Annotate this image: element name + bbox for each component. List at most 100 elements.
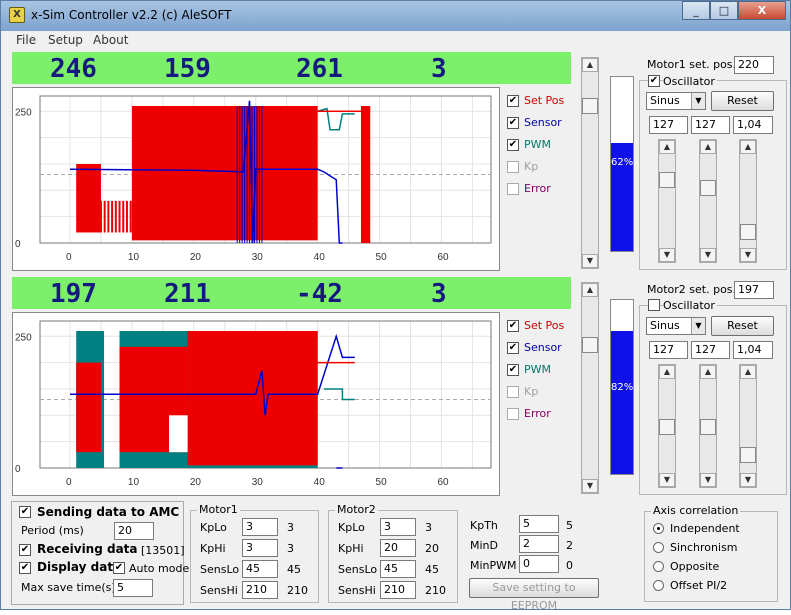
auto-mode-checkbox[interactable]: ✔ [113,562,125,574]
motor1-param3-slider[interactable]: ▲ ▼ [739,139,757,263]
app-icon: X [9,7,25,23]
scroll-up-arrow-icon[interactable]: ▲ [659,140,675,154]
scroll-up-arrow-icon[interactable]: ▲ [659,365,675,379]
motor2-kplo-input[interactable]: 3 [380,518,416,536]
motor2-legend-sensor-checkbox[interactable]: ✔ [507,342,519,354]
scroll-down-arrow-icon[interactable]: ▼ [659,248,675,262]
sending-checkbox[interactable]: ✔ [19,506,31,518]
motor1-kphi-input[interactable]: 3 [242,539,278,557]
motor1-legend-kp-checkbox[interactable] [507,161,519,173]
motor2-scroll-thumb[interactable] [582,337,598,353]
motor1-gauge-label: 62% [611,157,634,168]
receiving-checkbox[interactable]: ✔ [19,544,31,556]
setpos-trace [131,106,318,241]
motor2-param1-slider[interactable]: ▲ ▼ [658,364,676,488]
motor2-legend-kp-label: Kp [524,385,539,398]
slider-thumb[interactable] [700,419,716,435]
scroll-down-arrow-icon[interactable]: ▼ [700,248,716,262]
motor1-param2-slider[interactable]: ▲ ▼ [699,139,717,263]
motor1-kplo-readout: 3 [287,521,294,534]
kpth-input[interactable]: 5 [519,515,559,533]
slider-thumb[interactable] [740,447,756,463]
motor2-legend-error-checkbox[interactable] [507,408,519,420]
motor1-param-2[interactable]: 127 [691,116,730,134]
axis-option-3-radio[interactable] [653,580,664,591]
motor1-set-pos-input[interactable]: 220 [734,56,774,74]
axis-option-0-radio[interactable] [653,523,664,534]
motor1-kplo-input[interactable]: 3 [242,518,278,536]
scroll-up-arrow-icon[interactable]: ▲ [740,365,756,379]
motor1-position-scrollbar[interactable]: ▲ ▼ [581,57,599,269]
motor1-legend-set-pos-label: Set Pos [524,94,565,107]
motor2-reset-button[interactable]: Reset [711,316,774,336]
slider-thumb[interactable] [659,172,675,188]
display-checkbox[interactable]: ✔ [19,562,31,574]
motor1-oscillator-checkbox[interactable]: ✔ [648,75,660,87]
motor2-kplo-readout: 3 [425,521,432,534]
slider-thumb[interactable] [740,224,756,240]
scroll-up-arrow-icon[interactable]: ▲ [740,140,756,154]
receiving-count: [13501] [141,544,185,557]
menu-file[interactable]: File [16,33,36,47]
motor2-readout: 197 211 -42 3 [12,277,571,309]
motor2-set-pos-input[interactable]: 197 [734,281,774,299]
motor1-senshi-input[interactable]: 210 [242,581,278,599]
motor2-legend-set-pos-checkbox[interactable]: ✔ [507,320,519,332]
max-save-input[interactable]: 5 [113,579,153,597]
motor2-senshi-input[interactable]: 210 [380,581,416,599]
motor1-param-3[interactable]: 1,04 [733,116,773,134]
chevron-down-icon[interactable]: ▼ [691,318,705,334]
scroll-down-arrow-icon[interactable]: ▼ [740,248,756,262]
motor2-param-1[interactable]: 127 [649,341,688,359]
motor1-legend-pwm-checkbox[interactable]: ✔ [507,139,519,151]
motor2-param-2[interactable]: 127 [691,341,730,359]
motor1-legend-error-checkbox[interactable] [507,183,519,195]
axis-option-2-radio[interactable] [653,561,664,572]
maximize-button[interactable]: □ [710,1,738,20]
motor2-legend-kp-checkbox[interactable] [507,386,519,398]
setpos-trace [76,163,101,233]
setpos-trace [360,106,371,243]
motor2-oscillator-checkbox[interactable] [648,299,660,311]
motor1-legend-sensor-checkbox[interactable]: ✔ [507,117,519,129]
motor2-param-3[interactable]: 1,04 [733,341,773,359]
scroll-up-arrow-icon[interactable]: ▲ [700,140,716,154]
scroll-down-arrow-icon[interactable]: ▼ [700,473,716,487]
slider-thumb[interactable] [659,419,675,435]
motor2-legend-sensor-label: Sensor [524,341,562,354]
period-input[interactable]: 20 [114,522,154,540]
motor1-legend-set-pos-checkbox[interactable]: ✔ [507,95,519,107]
motor1-reset-button[interactable]: Reset [711,91,774,111]
motor2-wave-select[interactable]: Sinus ▼ [646,317,706,335]
menu-about[interactable]: About [93,33,128,47]
scroll-up-arrow-icon[interactable]: ▲ [700,365,716,379]
motor2-senslo-input[interactable]: 45 [380,560,416,578]
motor1-scroll-up-arrow[interactable]: ▲ [582,58,598,72]
minimize-button[interactable]: _ [682,1,710,20]
motor1-scroll-down-arrow[interactable]: ▼ [582,254,598,268]
motor1-wave-select[interactable]: Sinus ▼ [646,92,706,110]
axis-option-1-radio[interactable] [653,542,664,553]
motor2-kphi-input[interactable]: 20 [380,539,416,557]
chevron-down-icon[interactable]: ▼ [691,93,705,109]
save-eeprom-button[interactable]: Save setting to EEPROM [469,578,599,612]
motor2-legend-pwm-checkbox[interactable]: ✔ [507,364,519,376]
motor1-param-1[interactable]: 127 [649,116,688,134]
motor1-scroll-thumb[interactable] [582,98,598,114]
motor2-scroll-down-arrow[interactable]: ▼ [582,479,598,493]
minpwm-input[interactable]: 0 [519,555,559,573]
scroll-down-arrow-icon[interactable]: ▼ [659,473,675,487]
setpos-trace [187,331,318,466]
scroll-down-arrow-icon[interactable]: ▼ [740,473,756,487]
motor2-position-scrollbar[interactable]: ▲ ▼ [581,282,599,494]
motor2-scroll-up-arrow[interactable]: ▲ [582,283,598,297]
menu-setup[interactable]: Setup [48,33,83,47]
close-button[interactable]: X [738,1,786,20]
motor1-senslo-input[interactable]: 45 [242,560,278,578]
mind-input[interactable]: 2 [519,535,559,553]
motor2-param2-slider[interactable]: ▲ ▼ [699,364,717,488]
slider-thumb[interactable] [700,180,716,196]
motor1-param1-slider[interactable]: ▲ ▼ [658,139,676,263]
motor1-legend-kp-label: Kp [524,160,539,173]
motor2-param3-slider[interactable]: ▲ ▼ [739,364,757,488]
